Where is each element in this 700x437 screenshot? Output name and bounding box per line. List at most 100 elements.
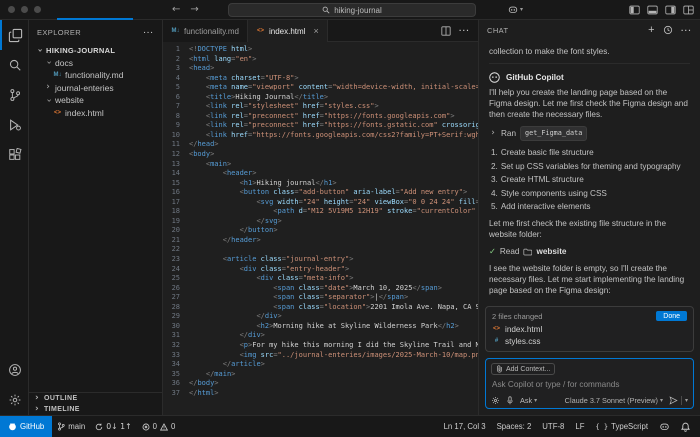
changed-file-styles.css[interactable]: # styles.css <box>492 335 687 347</box>
new-chat-icon[interactable]: + <box>648 24 655 36</box>
chat-input-box[interactable]: Add Context... Ask Copilot or type / for… <box>485 358 694 409</box>
line-number: 3 <box>175 64 180 73</box>
eol-sequence[interactable]: LF <box>575 422 584 431</box>
line-number: 8 <box>175 111 180 120</box>
add-context-button[interactable]: Add Context... <box>491 363 556 375</box>
tree-item-label: website <box>55 95 84 106</box>
warnings-icon <box>160 422 168 431</box>
list-item: 3. Create HTML structure <box>491 174 690 185</box>
window-controls[interactable] <box>8 6 41 13</box>
html-file-icon: <> <box>256 28 264 34</box>
code-line: 15 <h1>Hiking journal</h1> <box>163 179 478 189</box>
cursor-position[interactable]: Ln 17, Col 3 <box>444 422 486 431</box>
line-number: 14 <box>171 169 180 178</box>
explorer-more-actions-icon[interactable]: ··· <box>144 28 155 37</box>
nav-forward-icon[interactable]: → <box>190 4 198 15</box>
code-line: 25 <div class="meta-info"> <box>163 274 478 284</box>
tree-item-index.html[interactable]: <> index.html <box>29 107 162 120</box>
code-editor[interactable]: 1 <!DOCTYPE html> 2 <html lang="en"> 3 <head>… <box>163 42 478 415</box>
send-icon[interactable] <box>669 396 678 405</box>
code-line: 37 </html> <box>163 389 478 399</box>
code-text: <title>Hiking Journal</title> <box>205 92 329 101</box>
activity-account-button[interactable] <box>0 355 29 385</box>
tree-item-label: HIKING-JOURNAL <box>46 45 116 55</box>
problems-indicator[interactable]: 0 0 <box>137 416 181 437</box>
code-line: 29 </div> <box>163 312 478 322</box>
tree-item-website[interactable]: › website <box>29 94 162 107</box>
line-number: 24 <box>171 264 180 273</box>
done-button[interactable]: Done <box>656 311 687 321</box>
code-text: <div class="entry-header"> <box>239 264 350 273</box>
tree-item-HIKING-JOURNAL[interactable]: › HIKING-JOURNAL <box>29 44 162 57</box>
tree-item-docs[interactable]: › docs <box>29 57 162 70</box>
read-label: Read <box>499 247 520 256</box>
split-editor-icon[interactable] <box>441 25 451 36</box>
list-item-text: Add interactive elements <box>500 202 591 211</box>
code-line: 27 <span class="separator">|</span> <box>163 293 478 303</box>
toggle-panel-icon[interactable] <box>647 5 658 15</box>
list-item-text: Set up CSS variables for theming and typ… <box>500 161 681 171</box>
activity-extensions-button[interactable] <box>0 140 29 170</box>
remote-indicator[interactable]: GitHub <box>0 416 53 437</box>
encoding[interactable]: UTF-8 <box>542 422 564 431</box>
language-mode[interactable]: { } TypeScript <box>596 422 649 431</box>
changed-file-index.html[interactable]: <> index.html <box>492 323 687 335</box>
send-options-icon[interactable]: ▾ <box>685 397 688 404</box>
copilot-menu-button[interactable]: ▾ <box>508 5 523 15</box>
tree-item-journal-enteries[interactable]: › journal-enteries <box>29 82 162 95</box>
line-number: 11 <box>171 140 180 149</box>
code-text: <meta name="viewport" content="width=dev… <box>205 83 478 92</box>
branch-label: main <box>68 422 86 431</box>
activity-bar <box>0 20 29 415</box>
code-line: 2 <html lang="en"> <box>163 55 478 65</box>
line-number: 26 <box>171 283 180 292</box>
chat-mode-select[interactable]: Ask ▾ <box>520 396 537 405</box>
line-number: 21 <box>171 235 180 244</box>
notifications-bell-icon[interactable] <box>681 422 690 432</box>
customize-layout-icon[interactable] <box>683 5 694 15</box>
microphone-icon[interactable] <box>506 396 514 405</box>
sidebar-section-outline[interactable]: › OUTLINE <box>29 393 162 404</box>
chat-more-actions-icon[interactable]: ··· <box>681 26 692 35</box>
chat-history-icon[interactable] <box>663 25 673 35</box>
line-number: 6 <box>175 92 180 101</box>
chat-response-header: GitHub Copilot <box>489 63 690 83</box>
tool-call-row[interactable]: › Ran get_Figma_data <box>489 126 690 141</box>
command-center-search[interactable]: hiking-journal <box>228 3 476 17</box>
chat-settings-icon[interactable] <box>491 396 500 405</box>
activity-explorer-button[interactable] <box>0 20 29 50</box>
window-minimize-button[interactable] <box>21 6 28 13</box>
window-close-button[interactable] <box>8 6 15 13</box>
read-tool-row[interactable]: ✓ Read website <box>489 246 690 257</box>
copilot-status-icon[interactable] <box>659 422 670 432</box>
indentation[interactable]: Spaces: 2 <box>497 422 532 431</box>
editor-more-actions-icon[interactable]: ··· <box>459 26 470 35</box>
window-maximize-button[interactable] <box>34 6 41 13</box>
model-select[interactable]: Claude 3.7 Sonnet (Preview) ▾ <box>565 396 663 405</box>
nav-back-icon[interactable]: ← <box>172 4 180 15</box>
code-text: </header> <box>222 235 261 244</box>
activity-source-control-button[interactable] <box>0 80 29 110</box>
tab-functionality.md[interactable]: M↓ functionality.md <box>163 20 248 42</box>
tree-item-functionality.md[interactable]: M↓ functionality.md <box>29 69 162 82</box>
code-line: 13 <main> <box>163 160 478 170</box>
tree-item-label: index.html <box>65 107 104 118</box>
tab-index.html[interactable]: <> index.html × <box>248 20 328 42</box>
activity-run-debug-button[interactable] <box>0 110 29 140</box>
tree-item-label: functionality.md <box>65 70 124 81</box>
chevron-right-icon: › <box>46 82 50 93</box>
explorer-icon <box>8 28 23 43</box>
toggle-secondary-sidebar-icon[interactable] <box>665 5 676 15</box>
close-icon[interactable]: × <box>313 26 318 36</box>
toggle-sidebar-icon[interactable] <box>629 5 640 15</box>
code-text: <span class="location">2201 Imola Ave. N… <box>273 302 478 311</box>
sync-indicator[interactable]: 0↓ 1↑ <box>90 416 136 437</box>
branch-indicator[interactable]: main <box>52 416 90 437</box>
chevron-down-icon: › <box>43 60 54 65</box>
activity-search-button[interactable] <box>0 50 29 80</box>
copilot-icon <box>508 5 518 15</box>
sidebar-section-timeline[interactable]: › TIMELINE <box>29 404 162 415</box>
line-number: 4 <box>175 73 180 82</box>
activity-settings-button[interactable] <box>0 385 29 415</box>
branch-icon <box>57 422 65 431</box>
